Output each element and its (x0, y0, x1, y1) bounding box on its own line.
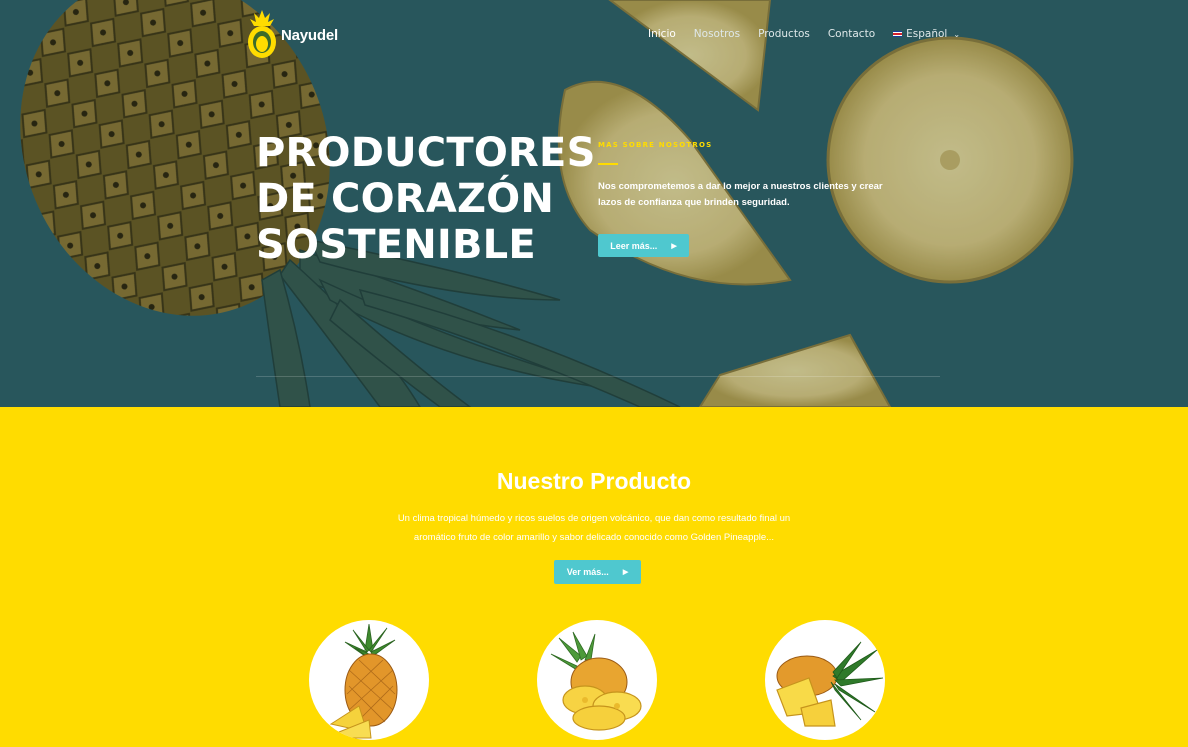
hero-title-line: SOSTENIBLE (256, 222, 536, 268)
nav-item-productos[interactable]: Productos (758, 28, 810, 40)
sliced-pineapple-image[interactable] (537, 620, 657, 740)
language-label: Español (906, 28, 948, 40)
language-selector[interactable]: Español ⌄ (893, 28, 960, 40)
whole-pineapple-icon (329, 623, 398, 739)
hero-title: PRODUCTORES DE CORAZÓN SOSTENIBLE (256, 130, 596, 268)
product-section-title: Nuestro Producto (496, 468, 692, 494)
product-section-description: Un clima tropical húmedo y ricos suelos … (397, 513, 791, 543)
arrow-right-icon: ▶ (622, 569, 629, 576)
hero-section: Nayudel Inicio Nosotros Productos Contac… (0, 0, 1188, 407)
read-more-button[interactable]: Leer más... ▶ (598, 234, 689, 257)
hero-title-line: DE CORAZÓN (256, 176, 555, 222)
costa-rica-flag-icon (893, 31, 903, 37)
arrow-right-icon: ▶ (671, 242, 677, 250)
brand-logo[interactable]: Nayudel (246, 10, 338, 60)
main-nav: Inicio Nosotros Productos Contacto Españ… (648, 28, 960, 40)
pineapple-with-slices-image[interactable] (765, 620, 885, 740)
see-more-button[interactable]: Ver más... ▶ (554, 560, 641, 584)
hero-divider (256, 376, 940, 377)
read-more-label: Leer más... (610, 240, 658, 251)
chevron-down-icon: ⌄ (953, 29, 961, 39)
brand-name: Nayudel (281, 26, 338, 44)
eyebrow-underline (598, 163, 618, 165)
pineapple-slices-icon (776, 641, 884, 727)
hero-eyebrow: MAS SOBRE NOSOTROS (598, 141, 713, 149)
sliced-pineapple-icon (550, 631, 642, 731)
hero-title-line: PRODUCTORES (256, 130, 596, 176)
pineapple-face-logo-icon (248, 10, 276, 58)
hero-description: Nos comprometemos a dar lo mejor a nuest… (598, 181, 883, 208)
see-more-label: Ver más... (566, 567, 609, 577)
whole-pineapple-image[interactable] (309, 620, 429, 740)
nav-item-nosotros[interactable]: Nosotros (694, 28, 740, 40)
nav-item-contacto[interactable]: Contacto (828, 28, 875, 40)
nav-item-inicio[interactable]: Inicio (648, 28, 676, 40)
